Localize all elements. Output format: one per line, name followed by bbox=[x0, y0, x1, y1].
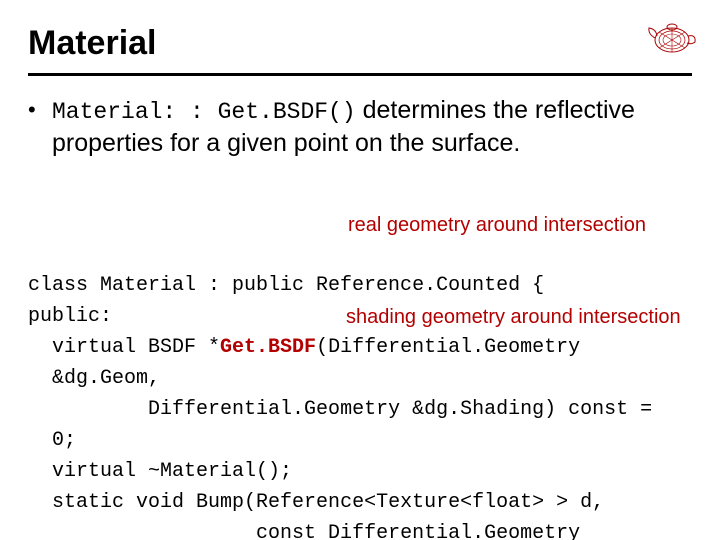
slide: Material • Material: : Get.BSDF() determ… bbox=[0, 0, 720, 540]
bullet-code: Material: : Get.BSDF() bbox=[52, 99, 356, 125]
code-block: real geometry around intersection shadin… bbox=[28, 177, 692, 540]
annotation-real-geometry: real geometry around intersection bbox=[348, 210, 646, 241]
code-frag-getbsdf: Get.BSDF bbox=[220, 336, 316, 359]
bullet-dot: • bbox=[28, 94, 52, 159]
code-frag: (Differential.Geometry bbox=[316, 336, 604, 359]
annotation-shading-geometry: shading geometry around intersection bbox=[346, 302, 681, 333]
code-line: 0; bbox=[28, 429, 76, 452]
title-rule bbox=[28, 73, 692, 76]
code-frag: virtual BSDF * bbox=[28, 336, 220, 359]
code-line: class Material : public Reference.Counte… bbox=[28, 274, 544, 297]
bullet-item: • Material: : Get.BSDF() determines the … bbox=[28, 94, 692, 159]
slide-title: Material bbox=[28, 20, 692, 63]
code-line: static void Bump(Reference<Texture<float… bbox=[28, 491, 604, 514]
bullet-text: Material: : Get.BSDF() determines the re… bbox=[52, 94, 692, 159]
code-line: const Differential.Geometry &dg.Geom, bbox=[28, 522, 592, 540]
code-line: public: bbox=[28, 305, 112, 328]
code-line: virtual BSDF *Get.BSDF(Differential.Geom… bbox=[28, 336, 604, 359]
code-line: virtual ~Material(); bbox=[28, 460, 292, 483]
code-line: Differential.Geometry &dg.Shading) const… bbox=[28, 398, 664, 421]
code-line: &dg.Geom, bbox=[28, 367, 160, 390]
teapot-logo bbox=[642, 14, 698, 58]
